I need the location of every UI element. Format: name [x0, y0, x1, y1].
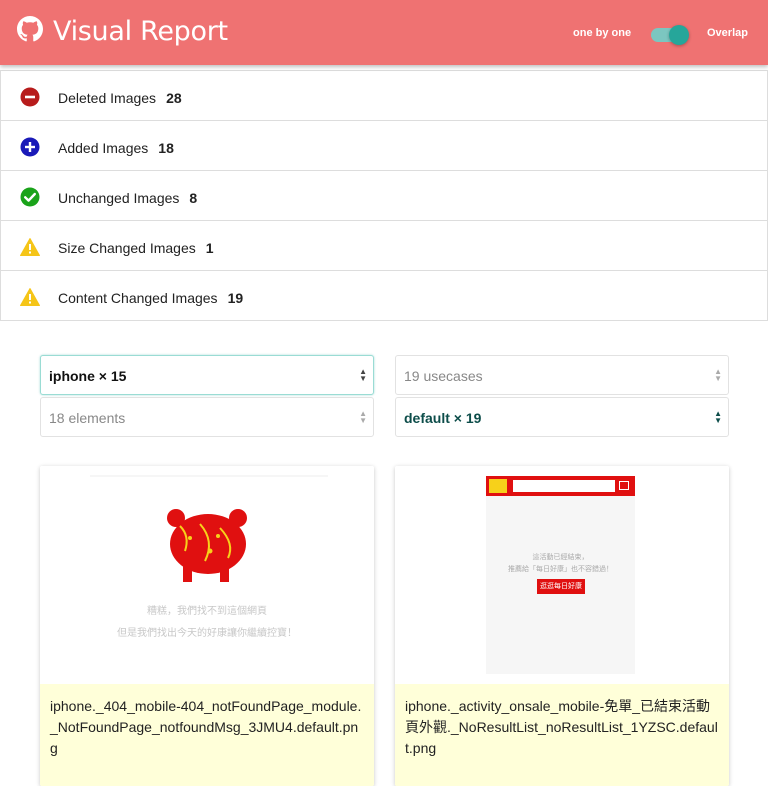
variant-select-value: default × 19	[404, 410, 482, 426]
image-filename: iphone._404_mobile-404_notFoundPage_modu…	[40, 684, 374, 786]
screenshot-thumbnail[interactable]: 糟糕，我們找不到這個網頁 但是我們找出今天的好康讓你繼續控寶！	[40, 466, 374, 684]
image-filename: iphone._activity_onsale_mobile-免單_已結束活動頁…	[395, 684, 729, 786]
summary-label: Added Images 18	[58, 140, 174, 156]
summary-list: Deleted Images 28 Added Images 18 Unchange…	[0, 70, 768, 321]
mode-label-overlap: Overlap	[707, 27, 748, 39]
summary-label: Content Changed Images 19	[58, 290, 244, 306]
summary-row-size-changed[interactable]: Size Changed Images 1	[0, 221, 768, 271]
summary-row-added[interactable]: Added Images 18	[0, 121, 768, 171]
summary-row-content-changed[interactable]: Content Changed Images 19	[0, 271, 768, 321]
warning-icon	[20, 288, 40, 306]
thumb-message-line2: 推薦給「每日好康」也不容錯過！	[508, 566, 613, 573]
thumb-logo	[489, 479, 507, 493]
mode-label-one-by-one: one by one	[573, 27, 632, 39]
image-card[interactable]: 這活動已經結束， 推薦給「每日好康」也不容錯過！ 逛逛每日好康 iphone._…	[395, 466, 729, 786]
thumb-top-bar	[486, 476, 635, 496]
thumb-message-line1: 這活動已經結束，	[532, 554, 589, 561]
thumb-cta-button: 逛逛每日好康	[537, 579, 585, 594]
thumb-message-line1: 糟糕，我們找不到這個網頁	[147, 606, 267, 617]
minus-circle-icon	[20, 87, 40, 107]
warning-icon	[20, 238, 40, 256]
summary-count: 18	[158, 140, 174, 156]
overlap-toggle[interactable]	[651, 24, 689, 45]
device-select-value: iphone × 15	[49, 368, 127, 384]
thumb-message-line2: 但是我們找出今天的好康讓你繼續控寶！	[117, 628, 297, 639]
element-select-value: 18 elements	[49, 410, 126, 426]
summary-count: 1	[205, 240, 214, 256]
app-header: Visual Report one by one Overlap	[0, 0, 768, 65]
plus-circle-icon	[20, 137, 40, 157]
pig-icon	[167, 509, 247, 582]
app-title: Visual Report	[53, 16, 228, 47]
device-select[interactable]: iphone × 15 ▲ ▼	[40, 355, 374, 395]
image-card[interactable]: 糟糕，我們找不到這個網頁 但是我們找出今天的好康讓你繼續控寶！ iphone._…	[40, 466, 374, 786]
summary-count: 8	[189, 190, 198, 206]
toggle-knob[interactable]	[669, 25, 689, 45]
screenshot-thumbnail[interactable]: 這活動已經結束， 推薦給「每日好康」也不容錯過！ 逛逛每日好康	[395, 466, 729, 684]
cart-icon	[619, 481, 629, 490]
thumb-search-box	[513, 480, 615, 492]
chevron-updown-icon: ▲ ▼	[714, 409, 722, 425]
chevron-updown-icon: ▲ ▼	[714, 367, 722, 383]
summary-row-unchanged[interactable]: Unchanged Images 8	[0, 171, 768, 221]
usecase-select-value: 19 usecases	[404, 368, 483, 384]
element-select[interactable]: 18 elements ▲ ▼	[40, 397, 374, 437]
variant-select[interactable]: default × 19 ▲ ▼	[395, 397, 729, 437]
usecase-select[interactable]: 19 usecases ▲ ▼	[395, 355, 729, 395]
summary-label: Size Changed Images 1	[58, 240, 214, 256]
check-circle-icon	[20, 187, 40, 207]
thumb-phone-screen: 這活動已經結束， 推薦給「每日好康」也不容錯過！ 逛逛每日好康	[486, 476, 635, 674]
chevron-updown-icon: ▲ ▼	[359, 367, 367, 383]
summary-row-deleted[interactable]: Deleted Images 28	[0, 71, 768, 121]
chevron-updown-icon: ▲ ▼	[359, 409, 367, 425]
summary-label: Deleted Images 28	[58, 90, 182, 106]
summary-count: 19	[227, 290, 244, 306]
github-icon[interactable]	[17, 16, 43, 42]
summary-label: Unchanged Images 8	[58, 190, 198, 206]
not-found-illustration	[90, 475, 328, 582]
summary-count: 28	[166, 90, 182, 106]
